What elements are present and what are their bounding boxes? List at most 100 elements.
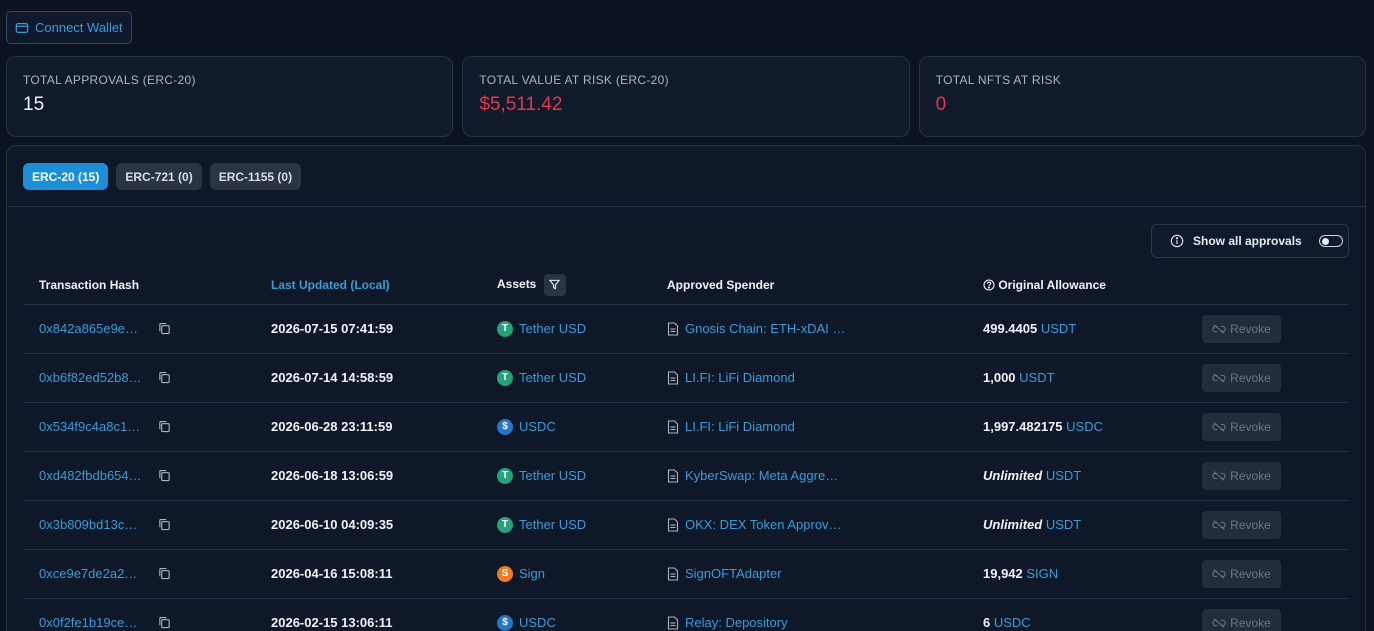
- card-total-value-at-risk: TOTAL VALUE AT RISK (ERC-20) $5,511.42: [462, 56, 910, 137]
- tx-hash-link[interactable]: 0x842a865e9e…: [39, 321, 157, 336]
- cell-asset: $ USDC: [482, 402, 652, 452]
- filter-icon[interactable]: [543, 273, 566, 296]
- allowance-unit-link[interactable]: USDC: [1066, 419, 1103, 434]
- approvals-panel: ERC-20 (15) ERC-721 (0) ERC-1155 (0) Sho…: [6, 145, 1366, 631]
- cell-actions: Revoke: [1187, 598, 1349, 631]
- card-total-approvals: TOTAL APPROVALS (ERC-20) 15: [6, 56, 454, 137]
- revoke-button[interactable]: Revoke: [1202, 363, 1281, 392]
- copy-icon[interactable]: [158, 322, 171, 335]
- allowance-unit-link[interactable]: USDT: [1046, 468, 1081, 483]
- allowance-unit-link[interactable]: USDT: [1019, 370, 1054, 385]
- topbar: Connect Wallet: [6, 11, 132, 44]
- cell-asset: T Tether USD: [482, 304, 652, 354]
- cell-hash: 0xce9e7de2a2…: [24, 549, 256, 599]
- cell-hash: 0x534f9c4a8c1…: [24, 402, 256, 452]
- revoke-button[interactable]: Revoke: [1202, 461, 1281, 490]
- cell-spender: KyberSwap: Meta Aggre…: [652, 451, 968, 501]
- col-approved-spender[interactable]: Approved Spender: [652, 266, 968, 305]
- revoke-label: Revoke: [1230, 566, 1271, 581]
- tx-hash-link[interactable]: 0x0f2fe1b19ce…: [39, 615, 157, 630]
- asset-link[interactable]: Tether USD: [519, 517, 586, 532]
- copy-icon[interactable]: [158, 469, 171, 482]
- spender-link[interactable]: LI.FI: LiFi Diamond: [685, 370, 795, 385]
- document-icon: [667, 419, 679, 434]
- table-row: 0x3b809bd13c… 2026-06-10 04:09:35 T Teth…: [24, 500, 1349, 550]
- asset-link[interactable]: Tether USD: [519, 468, 586, 483]
- cell-hash: 0xd482fbdb654…: [24, 451, 256, 501]
- usdc-icon: $: [497, 418, 513, 435]
- asset-link[interactable]: Sign: [519, 566, 545, 581]
- help-icon[interactable]: [983, 279, 995, 291]
- tx-hash-link[interactable]: 0xb6f82ed52b8…: [39, 370, 157, 385]
- cell-last-updated: 2026-06-10 04:09:35: [256, 500, 482, 550]
- allowance-unit-link[interactable]: USDT: [1046, 517, 1081, 532]
- spender-link[interactable]: LI.FI: LiFi Diamond: [685, 419, 795, 434]
- tx-hash-link[interactable]: 0x3b809bd13c…: [39, 517, 157, 532]
- copy-icon[interactable]: [158, 567, 171, 580]
- info-icon: [1170, 234, 1184, 248]
- col-last-updated[interactable]: Last Updated (Local): [256, 266, 482, 305]
- spender-link[interactable]: OKX: DEX Token Approv…: [685, 517, 842, 532]
- allowance-amount: 1,000: [983, 370, 1016, 385]
- col-original-allowance-label: Original Allowance: [998, 277, 1106, 292]
- approvals-table-body: 0x842a865e9e… 2026-07-15 07:41:59 T Teth…: [24, 304, 1349, 631]
- tx-hash-link[interactable]: 0xd482fbdb654…: [39, 468, 157, 483]
- asset-link[interactable]: Tether USD: [519, 370, 586, 385]
- table-row: 0xd482fbdb654… 2026-06-18 13:06:59 T Tet…: [24, 451, 1349, 501]
- broken-link-icon: [1212, 421, 1226, 432]
- revoke-label: Revoke: [1230, 517, 1271, 532]
- tab-erc721[interactable]: ERC-721 (0): [116, 163, 202, 190]
- col-transaction-hash[interactable]: Transaction Hash: [24, 266, 256, 305]
- copy-icon[interactable]: [158, 371, 171, 384]
- allowance-unit-link[interactable]: USDC: [994, 615, 1031, 630]
- cell-allowance: 499.4405 USDT: [968, 304, 1187, 354]
- toggle-switch[interactable]: [1318, 235, 1343, 247]
- table-row: 0xb6f82ed52b8… 2026-07-14 14:58:59 T Tet…: [24, 353, 1349, 403]
- col-assets-label: Assets: [497, 276, 537, 291]
- spender-link[interactable]: Gnosis Chain: ETH-xDAI …: [685, 321, 845, 336]
- asset-link[interactable]: Tether USD: [519, 321, 586, 336]
- allowance-amount: 19,942: [983, 566, 1023, 581]
- cell-actions: Revoke: [1187, 304, 1349, 354]
- revoke-button[interactable]: Revoke: [1202, 412, 1281, 441]
- table-row: 0x842a865e9e… 2026-07-15 07:41:59 T Teth…: [24, 304, 1349, 354]
- cell-spender: Relay: Depository: [652, 598, 968, 631]
- allowance-unit-link[interactable]: SIGN: [1026, 566, 1058, 581]
- broken-link-icon: [1212, 372, 1226, 383]
- tether-icon: T: [497, 369, 513, 386]
- spender-link[interactable]: KyberSwap: Meta Aggre…: [685, 468, 838, 483]
- cell-allowance: Unlimited USDT: [968, 451, 1187, 501]
- copy-icon[interactable]: [158, 518, 171, 531]
- col-actions: [1187, 266, 1349, 305]
- cell-last-updated: 2026-06-28 23:11:59: [256, 402, 482, 452]
- revoke-button[interactable]: Revoke: [1202, 608, 1281, 631]
- asset-link[interactable]: USDC: [519, 419, 556, 434]
- show-all-approvals-toggle[interactable]: Show all approvals: [1151, 224, 1349, 258]
- asset-link[interactable]: USDC: [519, 615, 556, 630]
- cell-hash: 0xb6f82ed52b8…: [24, 353, 256, 403]
- allowance-amount: Unlimited: [983, 468, 1043, 483]
- revoke-button[interactable]: Revoke: [1202, 314, 1281, 343]
- tab-erc20[interactable]: ERC-20 (15): [23, 163, 109, 190]
- tether-icon: T: [497, 467, 513, 484]
- allowance-unit-link[interactable]: USDT: [1041, 321, 1076, 336]
- tx-hash-link[interactable]: 0x534f9c4a8c1…: [39, 419, 157, 434]
- tether-icon: T: [497, 320, 513, 337]
- col-original-allowance[interactable]: Original Allowance: [968, 266, 1187, 305]
- revoke-button[interactable]: Revoke: [1202, 510, 1281, 539]
- tether-icon: T: [497, 516, 513, 533]
- col-assets[interactable]: Assets: [482, 266, 652, 305]
- cell-actions: Revoke: [1187, 353, 1349, 403]
- revoke-label: Revoke: [1230, 615, 1271, 630]
- tx-hash-link[interactable]: 0xce9e7de2a2…: [39, 566, 157, 581]
- document-icon: [667, 566, 679, 581]
- copy-icon[interactable]: [158, 420, 171, 433]
- spender-link[interactable]: SignOFTAdapter: [685, 566, 782, 581]
- connect-wallet-button[interactable]: Connect Wallet: [6, 11, 132, 44]
- copy-icon[interactable]: [158, 616, 171, 629]
- cell-asset: T Tether USD: [482, 500, 652, 550]
- tab-erc1155[interactable]: ERC-1155 (0): [209, 163, 302, 190]
- spender-link[interactable]: Relay: Depository: [685, 615, 788, 630]
- cell-hash: 0x3b809bd13c…: [24, 500, 256, 550]
- revoke-button[interactable]: Revoke: [1202, 559, 1281, 588]
